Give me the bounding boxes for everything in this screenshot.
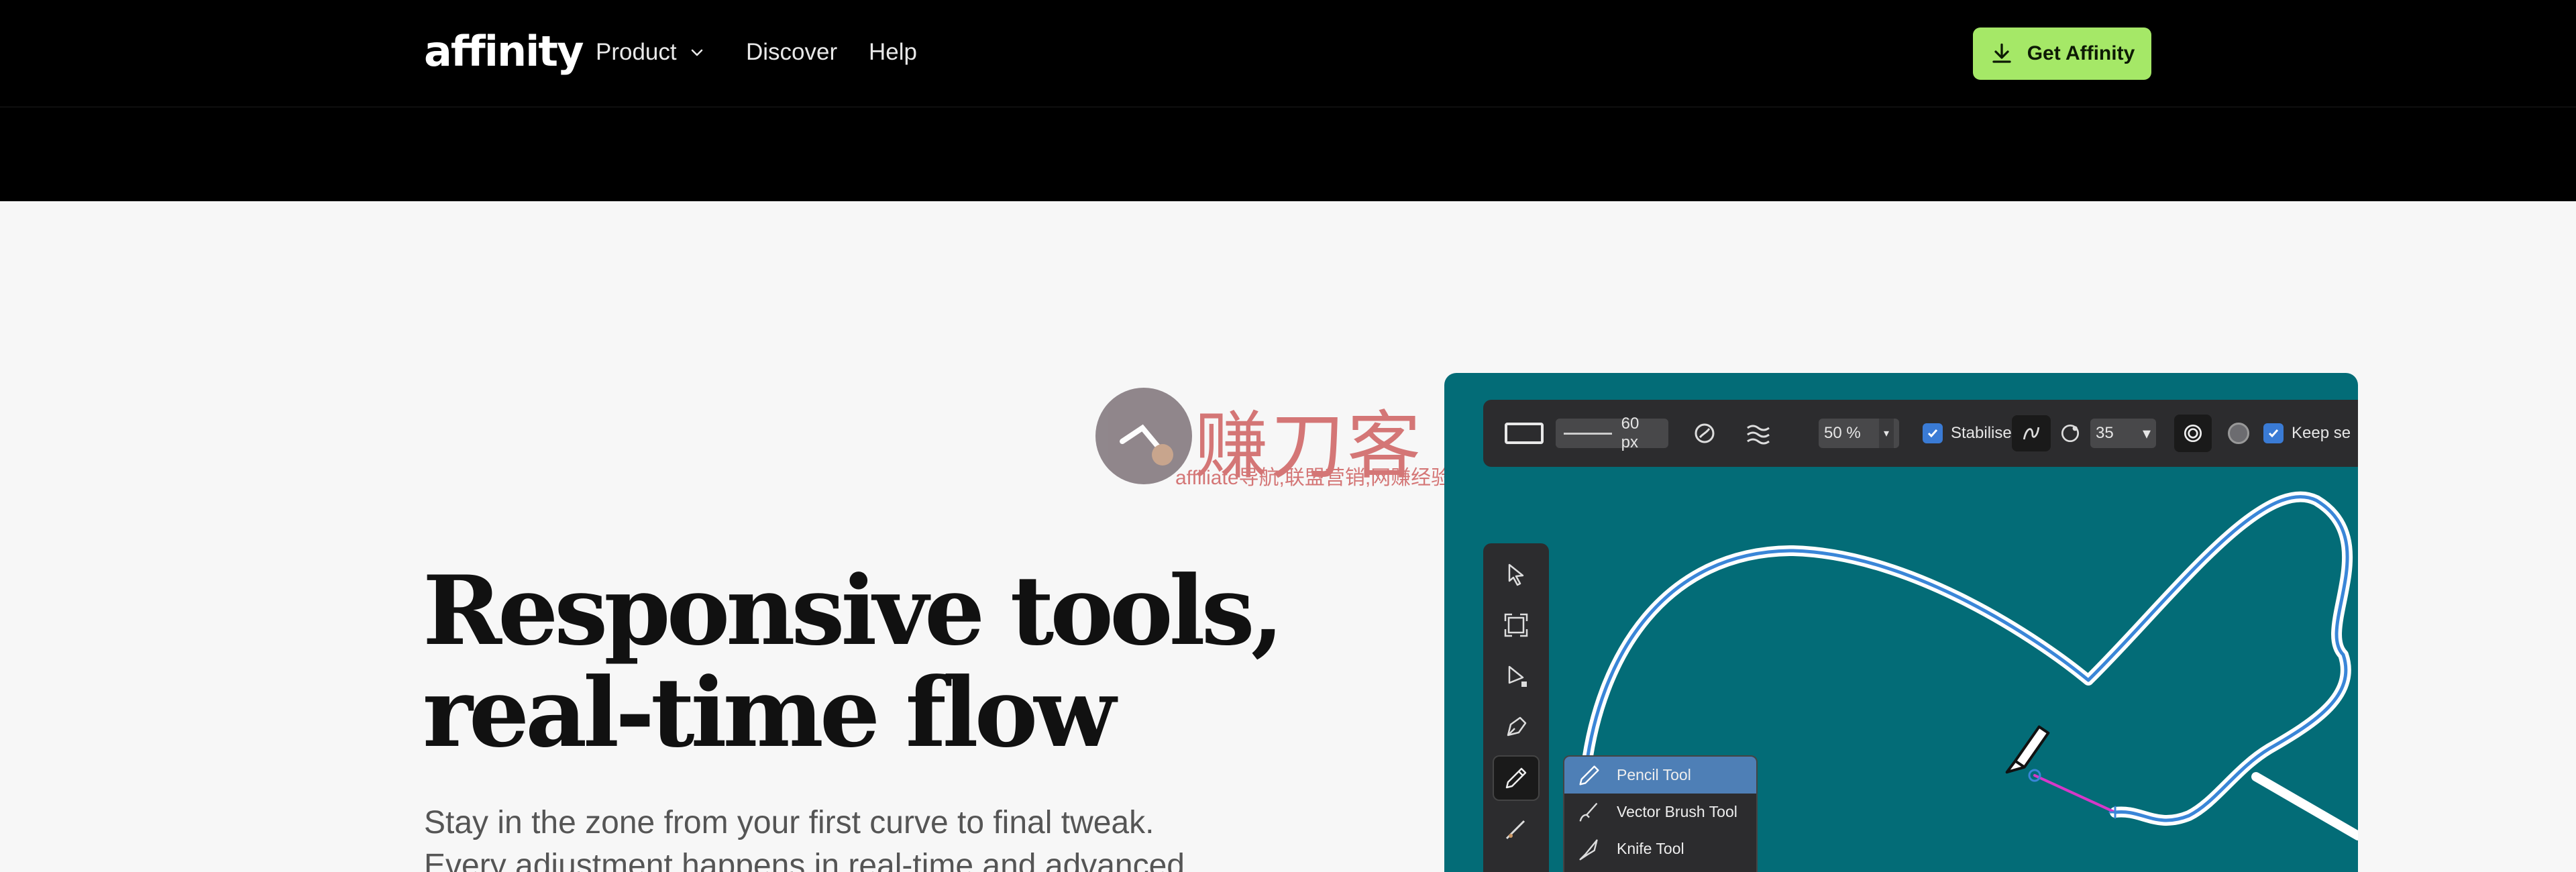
stabiliser-length-value: 35 [2096, 424, 2114, 442]
affinity-logo[interactable]: affinity [424, 27, 584, 76]
headline-line-1: Responsive tools, [423, 555, 1284, 667]
ring-icon[interactable] [2174, 415, 2212, 452]
window-mode-button[interactable] [2055, 419, 2085, 448]
flyout-vector-brush-tool[interactable]: Vector Brush Tool [1564, 794, 1756, 830]
stabiliser-length-field[interactable]: 35 ▾ [2090, 419, 2156, 448]
hero-body-line-1: Stay in the zone from your first curve t… [424, 805, 1155, 840]
get-affinity-button[interactable]: Get Affinity [1973, 28, 2151, 80]
keep-selected-toggle[interactable]: Keep se [2263, 423, 2351, 443]
nav-product[interactable]: Product [596, 39, 705, 66]
pencil-tool-flyout: Pencil Tool Vector Brush Tool Knife Tool [1563, 755, 1758, 872]
pencil-cursor-icon [2005, 725, 2050, 774]
top-banner: affinity Product Discover Help Get Affin… [0, 0, 2576, 201]
nav-discover-label: Discover [746, 39, 838, 65]
nav-discover[interactable]: Discover [746, 39, 837, 66]
knife-icon [1579, 838, 1598, 860]
watermark: 赚刀客 affiliate导航,联盟营销,网赚经验 [1093, 386, 1496, 493]
artboard-tool-icon[interactable] [1493, 602, 1540, 648]
nav-help[interactable]: Help [869, 39, 917, 66]
rope-mode-button[interactable] [2012, 415, 2051, 451]
vector-brush-icon [1579, 802, 1598, 822]
watermark-subtitle: affiliate导航,联盟营销,网赚经验 [1175, 467, 1452, 489]
headline-line-2: real-time flow [423, 657, 1116, 769]
opacity-value: 50 % [1824, 424, 1861, 442]
hero-headline: Responsive tools, real-time flow [423, 560, 1362, 764]
wave-icon[interactable] [1745, 420, 1774, 447]
flyout-knife-label: Knife Tool [1617, 840, 1684, 857]
brush-shape-icon[interactable] [1505, 423, 1544, 444]
brush-width-field[interactable]: 60 px [1556, 415, 1668, 451]
get-affinity-label: Get Affinity [2027, 42, 2135, 64]
nav-help-label: Help [869, 39, 917, 65]
opacity-field[interactable]: 50 % ▾ [1819, 419, 1899, 448]
flyout-vector-brush-label: Vector Brush Tool [1617, 803, 1737, 820]
stabiliser-label: Stabiliser [1951, 424, 2017, 442]
move-tool-icon[interactable] [1493, 551, 1540, 597]
pencil-icon [1579, 765, 1599, 785]
checkbox-checked-icon[interactable] [1923, 423, 1943, 443]
fill-dot-icon[interactable] [2228, 423, 2249, 444]
flyout-pencil-label: Pencil Tool [1617, 766, 1691, 783]
stabiliser-toggle[interactable]: Stabiliser [1923, 423, 2017, 443]
app-screenshot: 60 px 50 % ▾ Stabiliser 35 ▾ Keep se Pen… [1444, 373, 2358, 872]
keep-selected-label: Keep se [2292, 424, 2351, 442]
flyout-pencil-tool[interactable]: Pencil Tool [1564, 757, 1756, 794]
stroke-preview [1564, 432, 1612, 435]
pressure-icon[interactable] [1691, 420, 1718, 447]
node-tool-icon[interactable] [1493, 653, 1540, 699]
chevron-down-icon[interactable]: ▾ [1879, 419, 1894, 448]
pen-tool-icon[interactable] [1493, 704, 1540, 750]
pencil-tool-icon[interactable] [1493, 755, 1540, 801]
chevron-down-icon[interactable]: ▾ [2143, 424, 2151, 443]
nav-product-label: Product [596, 39, 677, 65]
chevron-down-icon [691, 49, 702, 56]
download-icon [1992, 43, 2011, 63]
context-toolbar: 60 px 50 % ▾ Stabiliser 35 ▾ Keep se [1483, 400, 2358, 467]
navbar: affinity Product Discover Help Get Affin… [0, 0, 2576, 107]
checkbox-checked-icon[interactable] [2263, 423, 2284, 443]
tools-panel [1483, 543, 1549, 872]
hero-body: Stay in the zone from your first curve t… [424, 802, 1296, 872]
hero-body-line-2: Every adjustment happens in real-time an… [424, 848, 1185, 872]
brush-width-value: 60 px [1621, 415, 1640, 451]
flyout-knife-tool[interactable]: Knife Tool [1564, 830, 1756, 867]
vector-brush-tool-icon[interactable] [1493, 806, 1540, 852]
